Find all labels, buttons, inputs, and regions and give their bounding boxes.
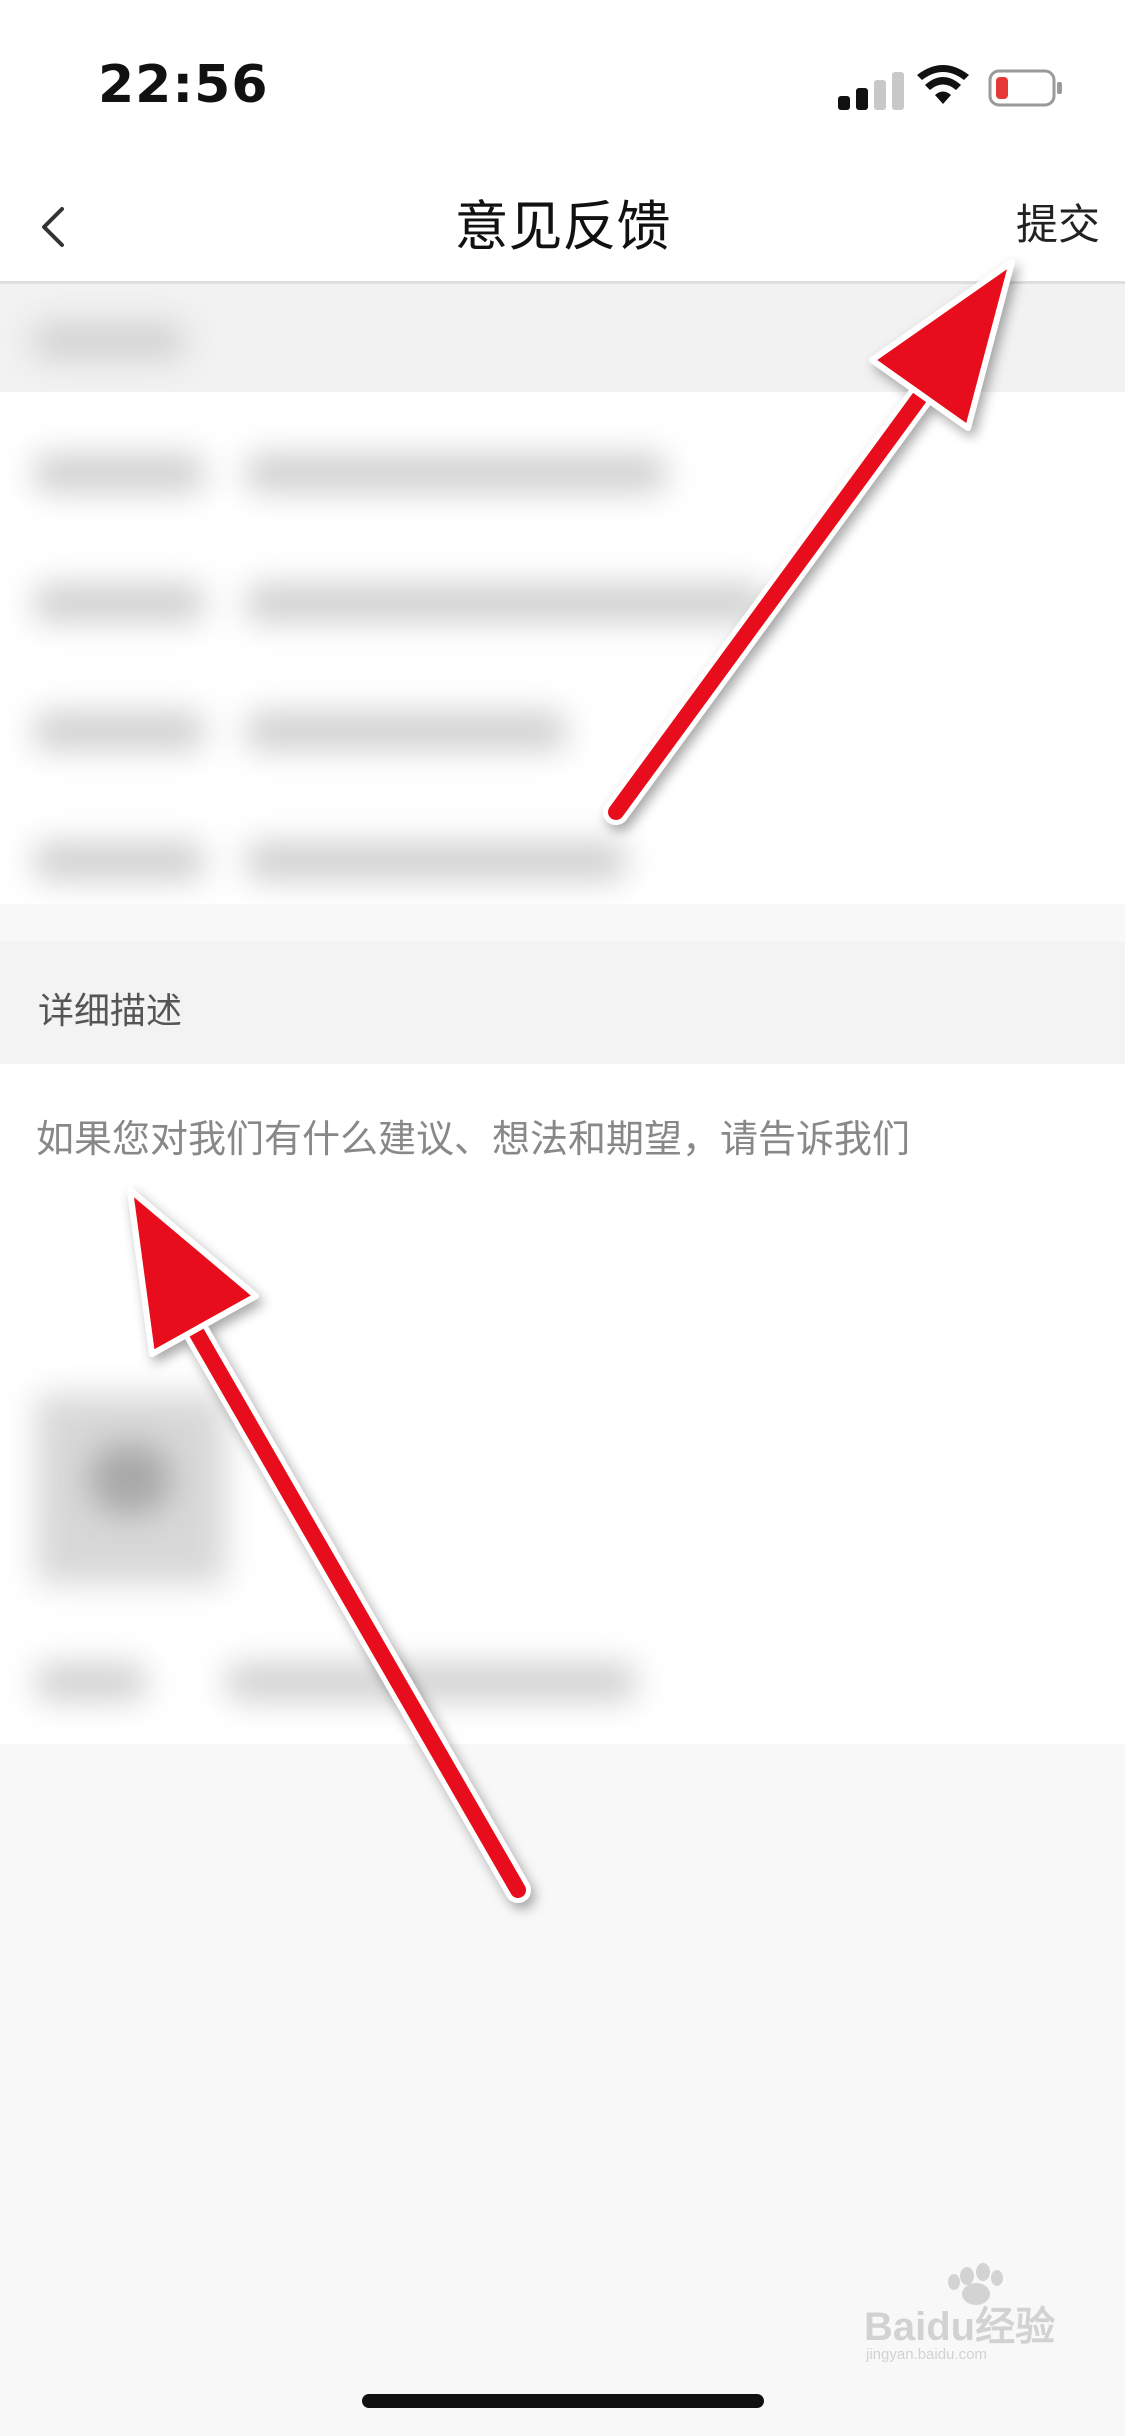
blurred-upload-area	[0, 1364, 1125, 1744]
feedback-textarea-container	[0, 1064, 1125, 1364]
detail-section-header: 详细描述	[0, 942, 1125, 1064]
detail-section-label: 详细描述	[38, 991, 183, 1032]
blurred-form-area	[0, 284, 1125, 904]
page-title: 意见反馈	[454, 195, 671, 258]
blurred-row	[34, 454, 204, 492]
battery-icon	[988, 69, 1062, 107]
status-bar: 22:56	[0, 0, 1125, 175]
cellular-signal-icon	[838, 70, 908, 110]
blurred-row	[34, 584, 204, 622]
wifi-icon	[917, 65, 969, 104]
navigation-bar: 意见反馈 提交	[0, 175, 1125, 284]
feedback-textarea[interactable]	[36, 1114, 1086, 1334]
status-time: 22:56	[98, 55, 269, 115]
blurred-section-header	[0, 284, 1125, 392]
blurred-row	[34, 842, 204, 880]
home-indicator	[362, 2394, 764, 2408]
blurred-contact-row	[36, 1664, 146, 1700]
svg-text:Baidu经验: Baidu经验	[864, 2305, 1055, 2349]
baidu-paw-icon: Baidu经验 jingyan.baidu.com	[864, 2263, 1055, 2362]
blurred-row	[34, 712, 204, 750]
submit-button[interactable]: 提交	[990, 193, 1100, 257]
svg-text:jingyan.baidu.com: jingyan.baidu.com	[865, 2346, 987, 2362]
